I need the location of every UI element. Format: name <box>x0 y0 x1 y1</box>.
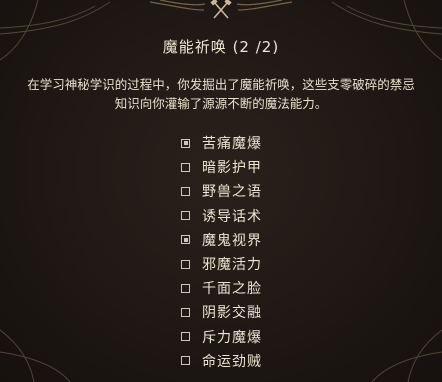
invocation-label: 命运劲贼 <box>202 353 262 370</box>
invocation-checkbox[interactable] <box>181 162 190 172</box>
invocation-option[interactable]: 暗影护甲 <box>181 155 262 179</box>
invocation-label: 斥力魔爆 <box>202 329 262 346</box>
invocation-option[interactable]: 邪魔活力 <box>181 252 262 276</box>
invocation-checkbox[interactable] <box>181 138 190 148</box>
invocation-checkbox[interactable] <box>181 186 190 196</box>
invocation-checkbox[interactable] <box>181 259 190 269</box>
crossed-hammers-icon <box>210 0 232 19</box>
invocation-checkbox[interactable] <box>181 307 190 317</box>
invocation-label: 暗影护甲 <box>202 160 262 177</box>
invocation-checkbox[interactable] <box>181 283 190 293</box>
invocation-option[interactable]: 苦痛魔爆 <box>181 131 262 155</box>
invocation-checkbox[interactable] <box>181 235 190 245</box>
panel-description: 在学习神秘学识的过程中，你发掘出了魔能祈唤，这些支零破碎的禁忌知识向你灌输了源源… <box>27 77 415 111</box>
invocation-label: 阴影交融 <box>202 305 262 322</box>
invocation-label: 魔鬼视界 <box>202 232 262 249</box>
invocation-option[interactable]: 野兽之语 <box>181 179 262 203</box>
invocation-label: 苦痛魔爆 <box>202 136 262 153</box>
panel-title: 魔能祈唤 (2 /2) <box>162 38 280 56</box>
invocation-label: 诱导话术 <box>202 208 262 225</box>
invocation-option[interactable]: 千面之脸 <box>181 276 262 300</box>
invocation-checkbox[interactable] <box>181 332 190 342</box>
invocation-option[interactable]: 命运劲贼 <box>181 349 262 373</box>
invocation-label: 千面之脸 <box>202 281 262 298</box>
invocation-option[interactable]: 斥力魔爆 <box>181 325 262 349</box>
invocation-checkbox[interactable] <box>181 356 190 366</box>
invocation-list: 苦痛魔爆暗影护甲野兽之语诱导话术魔鬼视界邪魔活力千面之脸阴影交融斥力魔爆命运劲贼 <box>181 131 262 373</box>
invocation-label: 邪魔活力 <box>202 257 262 274</box>
invocation-option[interactable]: 诱导话术 <box>181 204 262 228</box>
invocation-option[interactable]: 阴影交融 <box>181 300 262 324</box>
invocation-checkbox[interactable] <box>181 211 190 221</box>
invocation-option[interactable]: 魔鬼视界 <box>181 228 262 252</box>
invocation-panel: 魔能祈唤 (2 /2) 在学习神秘学识的过程中，你发掘出了魔能祈唤，这些支零破碎… <box>0 0 442 382</box>
invocation-label: 野兽之语 <box>202 184 262 201</box>
